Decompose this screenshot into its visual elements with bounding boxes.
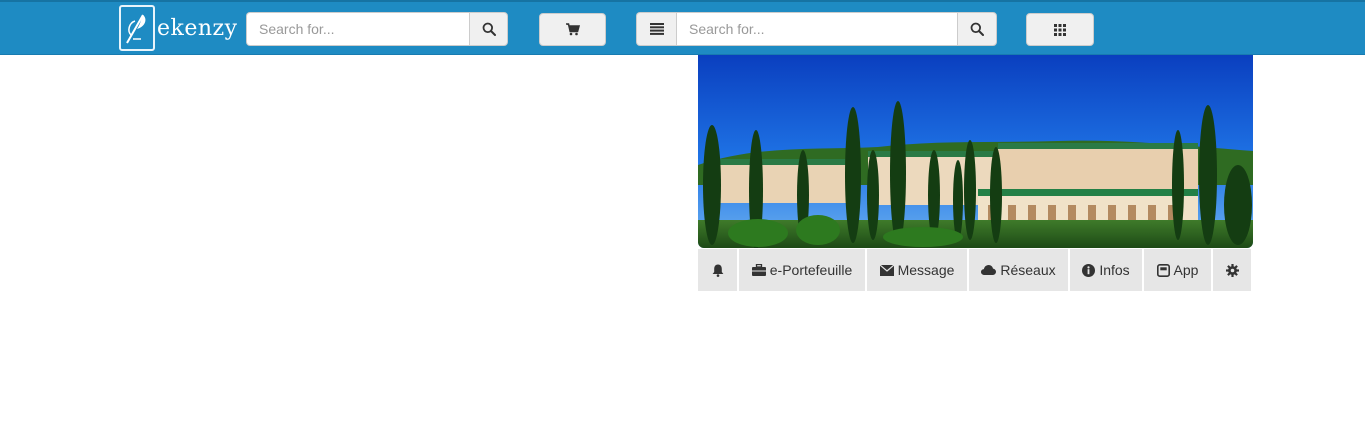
tab-notifications[interactable] — [698, 249, 737, 291]
search-icon — [970, 22, 984, 36]
tab-app[interactable]: App — [1144, 249, 1211, 291]
tab-message[interactable]: Message — [867, 249, 967, 291]
menu-button[interactable] — [636, 12, 676, 46]
brand-logo[interactable]: ekenzy — [119, 4, 238, 52]
envelope-icon — [879, 264, 894, 276]
apps-button[interactable] — [1026, 13, 1094, 46]
briefcase-icon — [751, 264, 766, 276]
bell-icon — [712, 264, 724, 277]
gear-icon — [1225, 263, 1239, 277]
tab-label: Réseaux — [1000, 262, 1056, 278]
tab-e-portefeuille[interactable]: e-Portefeuille — [739, 249, 865, 291]
profile-tabs: e-Portefeuille Message Réseaux Infos App — [698, 249, 1251, 291]
info-icon — [1082, 263, 1096, 277]
search-button[interactable] — [469, 12, 508, 46]
tab-infos[interactable]: Infos — [1070, 249, 1142, 291]
top-navbar: ekenzy — [0, 0, 1365, 55]
tab-label: Message — [897, 262, 955, 278]
search-input-secondary[interactable] — [676, 12, 957, 46]
cloud-icon — [981, 265, 997, 275]
tab-reseaux[interactable]: Réseaux — [969, 249, 1068, 291]
secondary-search — [636, 12, 997, 46]
tab-settings[interactable] — [1213, 249, 1251, 291]
search-input[interactable] — [246, 12, 469, 46]
tab-label: e-Portefeuille — [769, 262, 853, 278]
cart-button[interactable] — [539, 13, 606, 46]
brand-name: ekenzy — [157, 15, 238, 41]
list-icon — [649, 23, 664, 35]
search-icon — [482, 22, 496, 36]
search-button-secondary[interactable] — [957, 12, 997, 46]
cart-icon — [565, 23, 580, 36]
quill-logo-icon — [119, 5, 155, 51]
tab-label: App — [1173, 262, 1199, 278]
grid-icon — [1054, 23, 1066, 36]
app-icon — [1156, 263, 1170, 277]
tab-label: Infos — [1099, 262, 1130, 278]
campus-banner-image — [698, 55, 1253, 248]
primary-search — [246, 12, 508, 46]
